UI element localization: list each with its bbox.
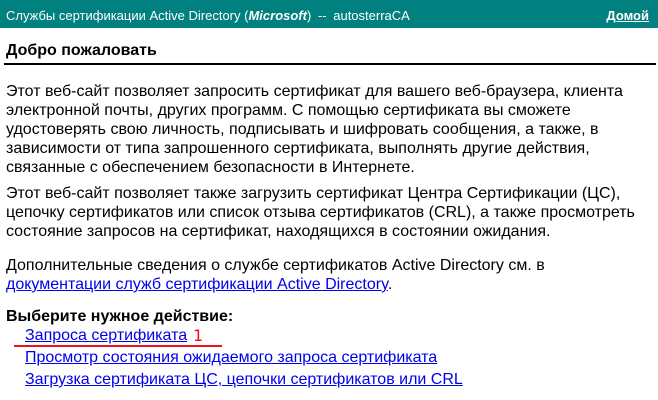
more-info-period: . <box>387 276 393 293</box>
title-prefix: Службы сертификации Active Directory ( <box>6 8 249 23</box>
documentation-link[interactable]: документации служб сертификации Active D… <box>6 276 388 293</box>
header-bar: Службы сертификации Active Directory (Mi… <box>0 0 658 28</box>
view-pending-request-link[interactable]: Просмотр состояния ожидаемого запроса се… <box>25 348 437 367</box>
title-divider <box>4 63 656 65</box>
choose-action-heading: Выберите нужное действие: <box>6 308 234 325</box>
intro-paragraph: Этот веб-сайт позволяет запросить сертиф… <box>6 83 623 176</box>
page-title: Добро пожаловать <box>6 42 157 59</box>
title-separator: -- <box>317 8 327 23</box>
more-info-text: Дополнительные сведения о службе сертифи… <box>6 257 545 274</box>
request-certificate-link[interactable]: Запроса сертификата <box>25 326 187 345</box>
annotation-underline <box>14 345 222 347</box>
title-suffix: ) <box>306 8 312 23</box>
annotation-number: 1 <box>193 326 204 345</box>
title-brand: Microsoft <box>248 8 307 23</box>
download-ca-certificate-link[interactable]: Загрузка сертификата ЦС, цепочки сертифи… <box>25 370 463 389</box>
ca-name: autosterraCA <box>333 8 410 23</box>
app-title: Службы сертификации Active Directory (Mi… <box>6 8 410 23</box>
ca-download-paragraph: Этот веб-сайт позволяет также загрузить … <box>6 185 635 240</box>
home-link[interactable]: Домой <box>606 8 649 23</box>
more-info-paragraph: Дополнительные сведения о службе сертифи… <box>6 256 651 294</box>
